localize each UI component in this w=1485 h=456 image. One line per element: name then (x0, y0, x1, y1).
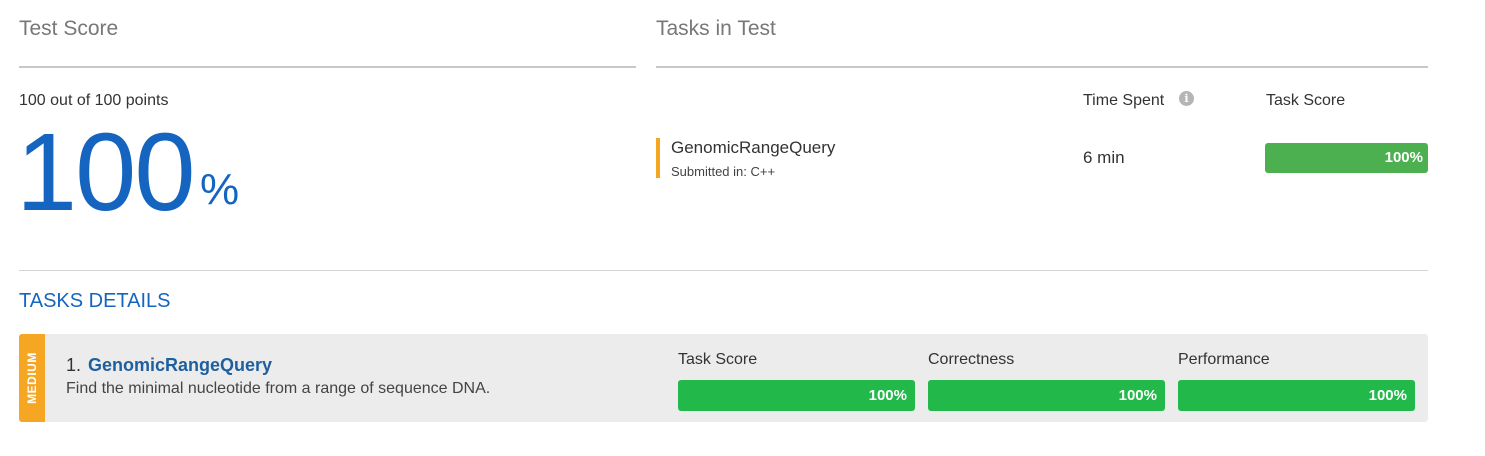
time-spent-header: Time Spent (1083, 92, 1165, 109)
score-percent-sign: % (200, 165, 240, 214)
task-name: GenomicRangeQuery (671, 138, 836, 157)
metric-bar-task-score: 100% (678, 380, 915, 411)
test-score-divider (19, 66, 636, 68)
task-score-header: Task Score (1266, 92, 1346, 109)
metric-bar-performance: 100% (1178, 380, 1415, 411)
task-time-spent: 6 min (1083, 148, 1125, 167)
metric-bar-label: 100% (868, 387, 907, 404)
metric-bar-label: 100% (1118, 387, 1157, 404)
task-score-bar: 100% (1265, 143, 1428, 173)
task-detail-index: 1. (66, 355, 82, 375)
test-results-page: Test Score 100 out of 100 points 100 % T… (0, 0, 1485, 456)
metric-bar-correctness: 100% (928, 380, 1165, 411)
task-submitted-language: Submitted in: C++ (671, 164, 776, 179)
metric-header-performance: Performance (1178, 351, 1270, 368)
metric-header-correctness: Correctness (928, 351, 1015, 368)
difficulty-badge: MEDIUM (19, 334, 45, 422)
task-score-bar-label: 100% (1384, 149, 1423, 166)
task-detail-description: Find the minimal nucleotide from a range… (66, 380, 491, 397)
section-divider (19, 270, 1428, 271)
points-summary: 100 out of 100 points (19, 92, 169, 109)
task-detail-link[interactable]: GenomicRangeQuery (88, 355, 272, 376)
task-status-marker (656, 138, 660, 178)
info-icon[interactable]: i (1179, 91, 1194, 106)
tasks-in-test-title: Tasks in Test (656, 17, 776, 40)
test-score-title: Test Score (19, 17, 119, 40)
metric-bar-label: 100% (1368, 387, 1407, 404)
score-percent-value: 100 (16, 111, 196, 234)
tasks-in-test-divider (656, 66, 1428, 68)
task-detail-card: MEDIUM 1. GenomicRangeQuery Find the min… (19, 334, 1428, 422)
metric-header-task-score: Task Score (678, 351, 758, 368)
difficulty-label: MEDIUM (25, 352, 39, 404)
tasks-details-title: TASKS DETAILS (19, 290, 171, 312)
